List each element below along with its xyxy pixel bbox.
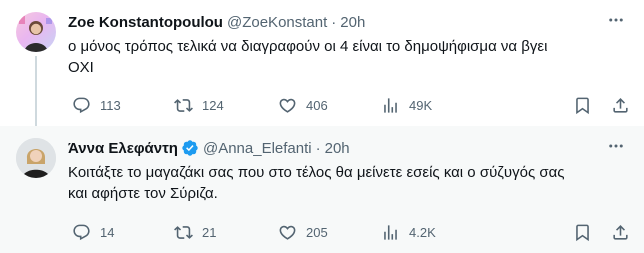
separator-dot: · <box>315 139 321 157</box>
avatar-image <box>16 138 56 178</box>
action-bar: 113 124 406 49K <box>68 95 632 115</box>
timestamp[interactable]: 20h <box>325 140 350 157</box>
retweet-count: 21 <box>202 224 217 240</box>
separator-dot: · <box>331 13 337 31</box>
author-handle[interactable]: @Anna_Elefanti <box>203 140 312 157</box>
avatar[interactable] <box>16 12 56 52</box>
bookmark-button[interactable] <box>573 223 592 242</box>
analytics-icon <box>384 97 397 113</box>
more-options-icon[interactable] <box>604 10 628 30</box>
tweet-text: Κοιτάξτε το μαγαζάκι σας που στο τέλος θ… <box>68 162 612 204</box>
action-bar: 14 21 205 4.2K <box>68 222 632 242</box>
share-icon <box>613 97 628 113</box>
reply-button[interactable]: 113 <box>72 96 121 115</box>
avatar-image <box>19 16 52 52</box>
reply-count: 113 <box>100 97 121 113</box>
share-icon <box>613 224 628 240</box>
views-count: 4.2K <box>409 224 436 240</box>
views-count: 49K <box>409 97 433 113</box>
author-name[interactable]: Άννα Ελεφάντη <box>68 140 178 157</box>
retweet-button[interactable]: 124 <box>174 96 224 115</box>
share-button[interactable] <box>611 96 630 115</box>
verified-badge-icon[interactable] <box>181 139 199 157</box>
reply-icon <box>73 97 90 113</box>
like-count: 205 <box>306 224 328 240</box>
analytics-icon <box>384 224 397 240</box>
retweet-icon <box>174 225 193 239</box>
bookmark-button[interactable] <box>573 96 592 115</box>
tweet-text-line: Κοιτάξτε το μαγαζάκι σας που στο τέλος θ… <box>68 164 565 181</box>
heart-icon <box>279 98 296 113</box>
tweet-text-line: ο μόνος τρόπος τελικά να διαγραφούν οι 4… <box>68 38 548 55</box>
retweet-icon <box>174 98 193 112</box>
retweet-count: 124 <box>202 97 224 113</box>
tweet-text: ο μόνος τρόπος τελικά να διαγραφούν οι 4… <box>68 36 612 78</box>
views-button[interactable]: 4.2K <box>381 223 436 242</box>
tweet-header: Zoe Konstantopoulou @ZoeKonstant · 20h <box>68 12 632 32</box>
bookmark-icon <box>576 97 589 114</box>
tweet-anna[interactable]: Άννα Ελεφάντη @Anna_Elefanti · 20h Κοιτά… <box>0 126 644 253</box>
tweet-zoe[interactable]: Zoe Konstantopoulou @ZoeKonstant · 20h ο… <box>0 0 644 130</box>
more-options-icon[interactable] <box>604 136 628 156</box>
tweet-text-line: ΟΧΙ <box>68 59 94 76</box>
reply-count: 14 <box>100 224 115 240</box>
like-button[interactable]: 406 <box>278 96 328 115</box>
share-button[interactable] <box>611 223 630 242</box>
thread-line <box>35 56 37 130</box>
tweet-text-line: και αφήστε τον Σύριζα. <box>68 185 218 202</box>
heart-icon <box>279 225 296 240</box>
reply-button[interactable]: 14 <box>72 223 114 242</box>
like-button[interactable]: 205 <box>278 223 328 242</box>
timestamp[interactable]: 20h <box>340 14 365 31</box>
avatar[interactable] <box>16 138 56 178</box>
author-handle[interactable]: @ZoeKonstant <box>227 14 327 31</box>
views-button[interactable]: 49K <box>381 96 432 115</box>
reply-icon <box>73 224 90 240</box>
like-count: 406 <box>306 97 328 113</box>
retweet-button[interactable]: 21 <box>174 223 216 242</box>
tweet-header: Άννα Ελεφάντη @Anna_Elefanti · 20h <box>68 138 632 158</box>
author-name[interactable]: Zoe Konstantopoulou <box>68 14 223 31</box>
bookmark-icon <box>576 224 589 241</box>
